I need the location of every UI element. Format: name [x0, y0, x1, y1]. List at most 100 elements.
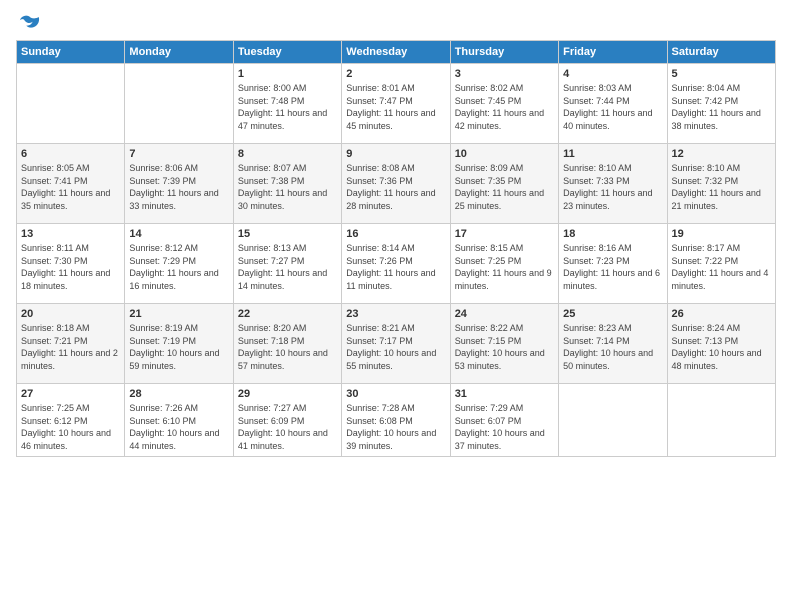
day-number: 7 — [129, 148, 228, 160]
calendar-cell: 20 Sunrise: 8:18 AMSunset: 7:21 PMDayligh… — [17, 304, 125, 384]
calendar-cell — [125, 64, 233, 144]
logo-bird-icon — [18, 12, 40, 34]
day-number: 28 — [129, 388, 228, 400]
calendar-cell: 7 Sunrise: 8:06 AMSunset: 7:39 PMDaylight… — [125, 144, 233, 224]
day-number: 14 — [129, 228, 228, 240]
calendar-cell: 11 Sunrise: 8:10 AMSunset: 7:33 PMDayligh… — [559, 144, 667, 224]
day-number: 15 — [238, 228, 337, 240]
day-info: Sunrise: 8:20 AMSunset: 7:18 PMDaylight:… — [238, 322, 337, 372]
day-of-week-header: Thursday — [450, 41, 558, 64]
day-number: 9 — [346, 148, 445, 160]
day-number: 30 — [346, 388, 445, 400]
day-info: Sunrise: 8:21 AMSunset: 7:17 PMDaylight:… — [346, 322, 445, 372]
day-info: Sunrise: 8:12 AMSunset: 7:29 PMDaylight:… — [129, 242, 228, 292]
day-info: Sunrise: 7:29 AMSunset: 6:07 PMDaylight:… — [455, 402, 554, 452]
day-info: Sunrise: 8:00 AMSunset: 7:48 PMDaylight:… — [238, 82, 337, 132]
calendar-cell: 31 Sunrise: 7:29 AMSunset: 6:07 PMDayligh… — [450, 384, 558, 457]
calendar-header-row: SundayMondayTuesdayWednesdayThursdayFrid… — [17, 41, 776, 64]
day-info: Sunrise: 8:04 AMSunset: 7:42 PMDaylight:… — [672, 82, 771, 132]
calendar-cell — [17, 64, 125, 144]
day-info: Sunrise: 8:14 AMSunset: 7:26 PMDaylight:… — [346, 242, 445, 292]
calendar-cell: 15Sunrise: 8:13 AMSunset: 7:27 PMDayligh… — [233, 224, 341, 304]
day-number: 31 — [455, 388, 554, 400]
day-info: Sunrise: 8:05 AMSunset: 7:41 PMDaylight:… — [21, 162, 120, 212]
day-of-week-header: Tuesday — [233, 41, 341, 64]
day-number: 6 — [21, 148, 120, 160]
day-number: 13 — [21, 228, 120, 240]
day-number: 22 — [238, 308, 337, 320]
logo — [16, 12, 40, 30]
calendar-cell: 14 Sunrise: 8:12 AMSunset: 7:29 PMDayligh… — [125, 224, 233, 304]
day-info: Sunrise: 8:10 AMSunset: 7:32 PMDaylight:… — [672, 162, 771, 212]
day-info: Sunrise: 8:18 AMSunset: 7:21 PMDaylight:… — [21, 322, 120, 372]
calendar-cell: 22 Sunrise: 8:20 AMSunset: 7:18 PMDayligh… — [233, 304, 341, 384]
page: SundayMondayTuesdayWednesdayThursdayFrid… — [0, 0, 792, 612]
day-number: 10 — [455, 148, 554, 160]
day-number: 8 — [238, 148, 337, 160]
day-of-week-header: Sunday — [17, 41, 125, 64]
day-info: Sunrise: 8:15 AMSunset: 7:25 PMDaylight:… — [455, 242, 554, 292]
day-info: Sunrise: 8:16 AMSunset: 7:23 PMDaylight:… — [563, 242, 662, 292]
day-info: Sunrise: 8:08 AMSunset: 7:36 PMDaylight:… — [346, 162, 445, 212]
calendar-cell: 16 Sunrise: 8:14 AMSunset: 7:26 PMDayligh… — [342, 224, 450, 304]
day-number: 18 — [563, 228, 662, 240]
calendar-cell: 6 Sunrise: 8:05 AMSunset: 7:41 PMDaylight… — [17, 144, 125, 224]
calendar-cell: 9 Sunrise: 8:08 AMSunset: 7:36 PMDaylight… — [342, 144, 450, 224]
calendar-cell: 10 Sunrise: 8:09 AMSunset: 7:35 PMDayligh… — [450, 144, 558, 224]
day-number: 16 — [346, 228, 445, 240]
day-number: 27 — [21, 388, 120, 400]
day-number: 23 — [346, 308, 445, 320]
day-info: Sunrise: 8:22 AMSunset: 7:15 PMDaylight:… — [455, 322, 554, 372]
calendar-cell: 23 Sunrise: 8:21 AMSunset: 7:17 PMDayligh… — [342, 304, 450, 384]
calendar-cell: 8Sunrise: 8:07 AMSunset: 7:38 PMDaylight… — [233, 144, 341, 224]
calendar-cell — [667, 384, 775, 457]
day-info: Sunrise: 8:24 AMSunset: 7:13 PMDaylight:… — [672, 322, 771, 372]
calendar-cell: 19 Sunrise: 8:17 AMSunset: 7:22 PMDayligh… — [667, 224, 775, 304]
calendar-cell: 24 Sunrise: 8:22 AMSunset: 7:15 PMDayligh… — [450, 304, 558, 384]
day-of-week-header: Friday — [559, 41, 667, 64]
day-info: Sunrise: 8:10 AMSunset: 7:33 PMDaylight:… — [563, 162, 662, 212]
calendar-cell: 17 Sunrise: 8:15 AMSunset: 7:25 PMDayligh… — [450, 224, 558, 304]
day-number: 24 — [455, 308, 554, 320]
calendar-cell: 3Sunrise: 8:02 AMSunset: 7:45 PMDaylight… — [450, 64, 558, 144]
day-number: 11 — [563, 148, 662, 160]
day-number: 3 — [455, 68, 554, 80]
day-info: Sunrise: 7:25 AMSunset: 6:12 PMDaylight:… — [21, 402, 120, 452]
day-info: Sunrise: 8:17 AMSunset: 7:22 PMDaylight:… — [672, 242, 771, 292]
day-info: Sunrise: 8:09 AMSunset: 7:35 PMDaylight:… — [455, 162, 554, 212]
calendar-cell: 5Sunrise: 8:04 AMSunset: 7:42 PMDaylight… — [667, 64, 775, 144]
day-of-week-header: Wednesday — [342, 41, 450, 64]
day-number: 19 — [672, 228, 771, 240]
header — [16, 12, 776, 30]
day-info: Sunrise: 8:23 AMSunset: 7:14 PMDaylight:… — [563, 322, 662, 372]
day-info: Sunrise: 8:19 AMSunset: 7:19 PMDaylight:… — [129, 322, 228, 372]
calendar-cell: 13 Sunrise: 8:11 AMSunset: 7:30 PMDayligh… — [17, 224, 125, 304]
calendar-cell: 28Sunrise: 7:26 AMSunset: 6:10 PMDayligh… — [125, 384, 233, 457]
calendar-table: SundayMondayTuesdayWednesdayThursdayFrid… — [16, 40, 776, 457]
day-info: Sunrise: 8:01 AMSunset: 7:47 PMDaylight:… — [346, 82, 445, 132]
day-number: 2 — [346, 68, 445, 80]
day-info: Sunrise: 7:27 AMSunset: 6:09 PMDaylight:… — [238, 402, 337, 452]
day-number: 20 — [21, 308, 120, 320]
calendar-cell — [559, 384, 667, 457]
calendar-cell: 18 Sunrise: 8:16 AMSunset: 7:23 PMDayligh… — [559, 224, 667, 304]
day-info: Sunrise: 8:03 AMSunset: 7:44 PMDaylight:… — [563, 82, 662, 132]
day-number: 1 — [238, 68, 337, 80]
day-number: 17 — [455, 228, 554, 240]
calendar-cell: 26 Sunrise: 8:24 AMSunset: 7:13 PMDayligh… — [667, 304, 775, 384]
calendar-cell: 25 Sunrise: 8:23 AMSunset: 7:14 PMDayligh… — [559, 304, 667, 384]
calendar-cell: 21 Sunrise: 8:19 AMSunset: 7:19 PMDayligh… — [125, 304, 233, 384]
day-of-week-header: Saturday — [667, 41, 775, 64]
day-info: Sunrise: 8:11 AMSunset: 7:30 PMDaylight:… — [21, 242, 120, 292]
calendar-cell: 12 Sunrise: 8:10 AMSunset: 7:32 PMDayligh… — [667, 144, 775, 224]
day-of-week-header: Monday — [125, 41, 233, 64]
day-number: 26 — [672, 308, 771, 320]
day-info: Sunrise: 8:06 AMSunset: 7:39 PMDaylight:… — [129, 162, 228, 212]
day-number: 21 — [129, 308, 228, 320]
calendar-cell: 27 Sunrise: 7:25 AMSunset: 6:12 PMDayligh… — [17, 384, 125, 457]
day-number: 25 — [563, 308, 662, 320]
day-number: 12 — [672, 148, 771, 160]
day-number: 29 — [238, 388, 337, 400]
calendar-cell: 4Sunrise: 8:03 AMSunset: 7:44 PMDaylight… — [559, 64, 667, 144]
calendar-cell: 2 Sunrise: 8:01 AMSunset: 7:47 PMDaylight… — [342, 64, 450, 144]
